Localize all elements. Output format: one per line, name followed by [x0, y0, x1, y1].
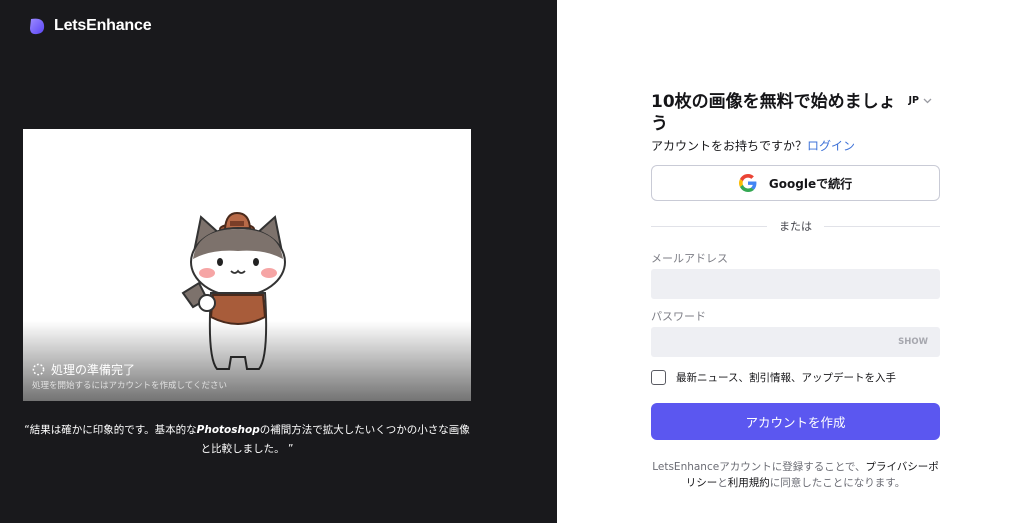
logo-mark-icon — [30, 18, 45, 35]
newsletter-option: 最新ニュース、割引情報、アップデートを入手 — [651, 370, 940, 385]
divider-line-right — [824, 225, 940, 227]
create-account-button[interactable]: アカウントを作成 — [651, 403, 940, 440]
email-field-wrapper — [651, 269, 940, 299]
logo-text: LetsEnhance — [54, 17, 152, 34]
terms-text-start: LetsEnhanceアカウントに登録することで、 — [652, 461, 866, 473]
email-field[interactable] — [651, 269, 940, 299]
left-panel: LetsEnhance 処理の準備完了 処理を開始するにはアカウントを作成してく… — [0, 0, 557, 523]
preview-status-text: 処理の準備完了 — [51, 363, 136, 377]
loading-spinner-icon — [32, 363, 45, 376]
google-button-label: Googleで続行 — [768, 176, 853, 191]
signup-title: 10枚の画像を無料で始めましょう — [651, 92, 896, 134]
terms-notice: LetsEnhanceアカウントに登録することで、プライバシーポリシーと利用規約… — [651, 459, 940, 491]
login-link[interactable]: ログイン — [807, 139, 855, 153]
google-icon — [738, 174, 757, 192]
email-label: メールアドレス — [651, 252, 728, 265]
divider-text: または — [779, 220, 812, 233]
preview-subtext: 処理を開始するにはアカウントを作成してください — [32, 381, 227, 391]
testimonial-quote: “結果は確かに印象的です。基本的なPhotoshopの補間方法で拡大したいくつか… — [23, 421, 471, 459]
password-label: パスワード — [651, 310, 706, 323]
login-prompt: アカウントをお持ちですか？ログイン — [651, 138, 940, 155]
password-field-wrapper: SHOW — [651, 327, 940, 357]
language-selector[interactable]: JP — [909, 95, 933, 106]
terms-text-end: に同意したことになります。 — [769, 477, 906, 489]
logo[interactable]: LetsEnhance — [27, 16, 152, 36]
newsletter-label: 最新ニュース、割引情報、アップデートを入手 — [676, 372, 896, 384]
show-password-toggle[interactable]: SHOW — [898, 337, 928, 347]
terms-of-use-link[interactable]: 利用規約 — [728, 477, 770, 489]
preview-status: 処理の準備完了 — [32, 361, 135, 378]
divider-line-left — [651, 225, 767, 227]
google-signin-button[interactable]: Googleで続行 — [651, 165, 940, 201]
quote-emphasis: Photoshop — [196, 424, 260, 436]
newsletter-checkbox[interactable] — [651, 370, 666, 385]
language-code: JP — [908, 95, 920, 106]
image-preview: 処理の準備完了 処理を開始するにはアカウントを作成してください — [23, 129, 471, 401]
login-prompt-text: アカウントをお持ちですか？ — [651, 139, 808, 153]
chevron-down-icon — [923, 98, 932, 103]
title-row: 10枚の画像を無料で始めましょう JP — [651, 91, 940, 135]
or-divider: または — [651, 218, 940, 234]
terms-text-mid: と — [717, 477, 728, 489]
quote-text-start: “結果は確かに印象的です。基本的な — [24, 424, 197, 436]
password-field[interactable] — [651, 327, 940, 357]
right-panel: 10枚の画像を無料で始めましょう JP アカウントをお持ちですか？ログイン Go… — [557, 0, 1024, 523]
signup-form: 10枚の画像を無料で始めましょう JP アカウントをお持ちですか？ログイン Go… — [651, 91, 940, 491]
